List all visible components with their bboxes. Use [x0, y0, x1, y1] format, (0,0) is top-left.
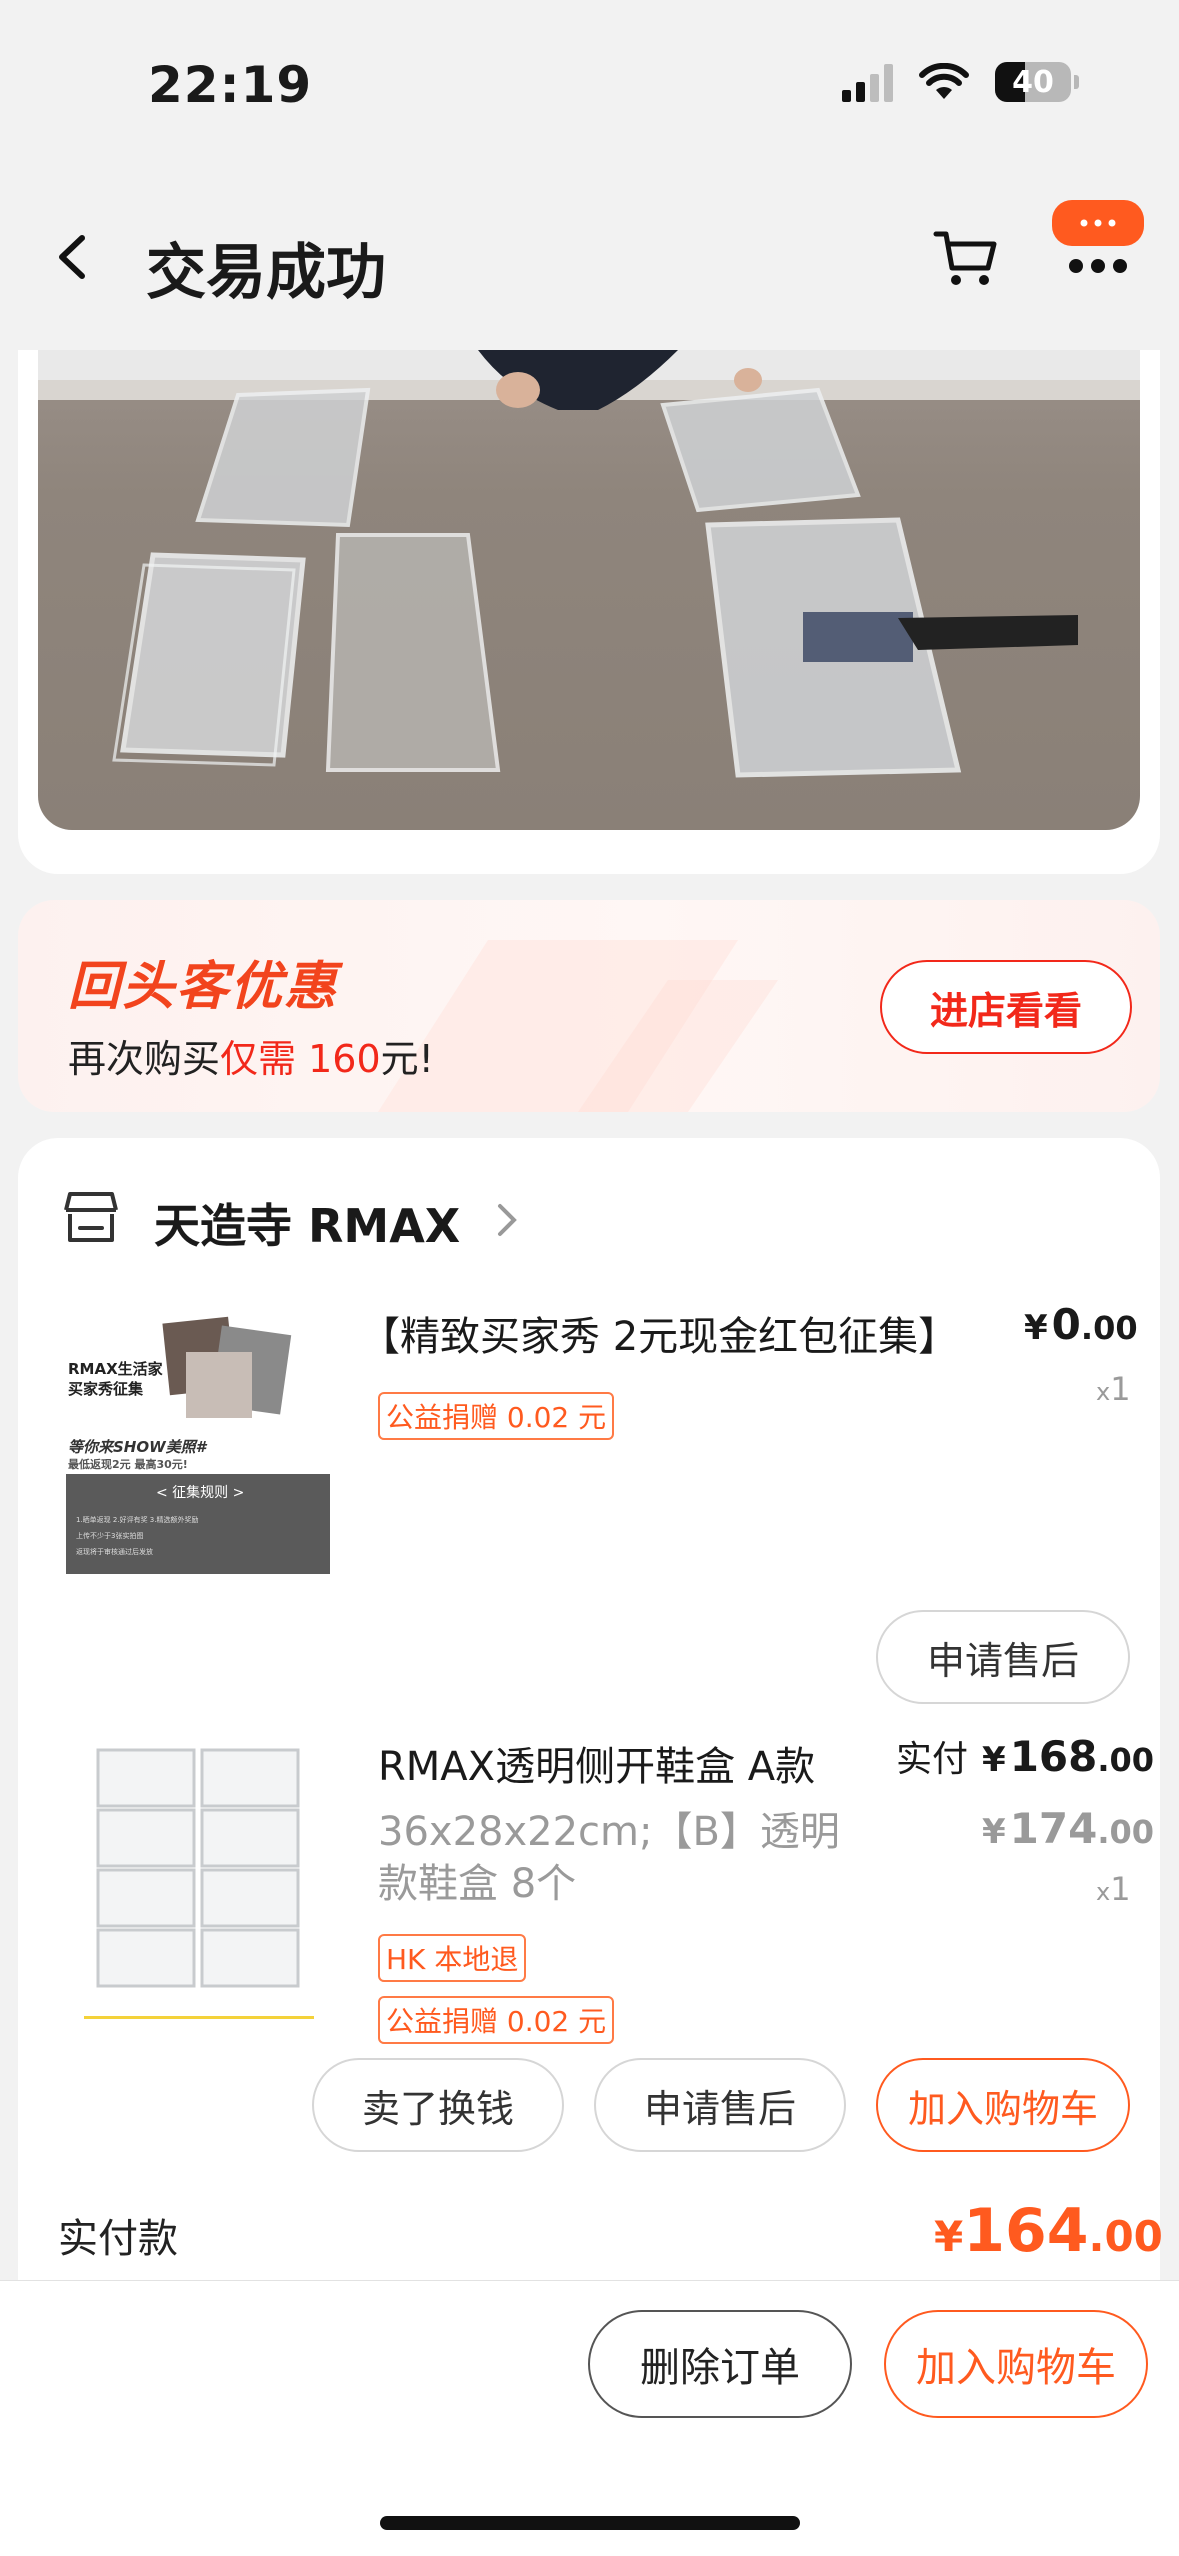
poster-rules: < 征集规则 >: [156, 1485, 245, 1501]
svg-text:返现将于审核通过后发放: 返现将于审核通过后发放: [76, 1547, 153, 1556]
paid-label: 实付: [896, 1739, 969, 1780]
svg-text:上传不少于3张实拍图: 上传不少于3张实拍图: [76, 1531, 143, 1540]
qty-prefix: x: [1096, 1878, 1111, 1906]
item1-price: ¥0.00: [1024, 1300, 1138, 1349]
shop-name[interactable]: 天造寺 RMAX: [154, 1190, 460, 1256]
item2-qty: x1: [1096, 1870, 1131, 1908]
battery-level: 40: [1012, 64, 1054, 100]
status-time: 22:19: [148, 56, 313, 114]
item2-charity-tag: 公益捐赠 0.02 元: [378, 1996, 615, 2044]
item1-price-dec: .00: [1080, 1309, 1138, 1347]
item1-after-sale-button[interactable]: 申请售后: [876, 1610, 1130, 1704]
poster-line1: RMAX生活家: [68, 1360, 163, 1378]
promo-title: 回头客优惠: [68, 957, 339, 1017]
wifi-icon: [919, 63, 969, 99]
item1-qty-value: 1: [1110, 1370, 1131, 1408]
currency-symbol: ¥: [982, 1812, 1006, 1852]
item2-add-to-cart-button[interactable]: 加入购物车: [876, 2058, 1130, 2152]
cellular-signal-icon: [842, 62, 893, 102]
home-indicator: [380, 2516, 800, 2530]
delete-order-button[interactable]: 删除订单: [588, 2310, 852, 2418]
bottom-add-to-cart-button[interactable]: 加入购物车: [884, 2310, 1148, 2418]
promo-subtitle-prefix: 再次购买: [68, 1037, 221, 1081]
sell-button[interactable]: 卖了换钱: [312, 2058, 564, 2152]
item2-return-tag: HK 本地退: [378, 1934, 527, 1982]
item1-price-int: 0: [1051, 1300, 1081, 1349]
item2-paid-dec: .00: [1097, 1741, 1155, 1779]
total-paid-amount: ¥164.00: [934, 2196, 1163, 2266]
product-photo[interactable]: [38, 350, 1140, 830]
visit-store-button[interactable]: 进店看看: [880, 960, 1132, 1054]
svg-text:1.晒单返现 2.好评有奖 3.精选额外奖励: 1.晒单返现 2.好评有奖 3.精选额外奖励: [76, 1515, 199, 1524]
item1-title[interactable]: 【精致买家秀 2元现金红包征集】: [360, 1304, 980, 1362]
poster-line2: 买家秀征集: [68, 1380, 144, 1398]
item2-paid-price: 实付 ¥168.00: [896, 1730, 1154, 1782]
shoe-box-panels-illustration: [38, 350, 1140, 778]
item1-charity-tag: 公益捐赠 0.02 元: [378, 1392, 615, 1440]
chevron-right-icon[interactable]: [492, 1198, 522, 1242]
more-menu-icon[interactable]: [1050, 196, 1146, 292]
item2-orig-int: 174: [1009, 1804, 1098, 1853]
qty-prefix: x: [1096, 1378, 1111, 1406]
item-thumbnail-shoe-box[interactable]: [66, 1740, 330, 2020]
item-thumbnail-buyer-show[interactable]: 1.晒单返现 2.好评有奖 3.精选额外奖励 上传不少于3张实拍图 返现将于审核…: [66, 1312, 330, 1574]
currency-symbol: ¥: [934, 2212, 964, 2261]
promo-subtitle-price: 仅需 160: [220, 1037, 381, 1081]
status-icons: 40: [842, 62, 1079, 102]
item2-title[interactable]: RMAX透明侧开鞋盒 A款: [378, 1734, 858, 1792]
item2-original-price: ¥174.00: [982, 1804, 1154, 1853]
total-paid-int: 164: [963, 2196, 1089, 2266]
currency-symbol: ¥: [982, 1740, 1006, 1780]
item2-qty-value: 1: [1110, 1870, 1131, 1908]
cart-icon[interactable]: [930, 222, 1000, 292]
page-title: 交易成功: [146, 238, 386, 308]
back-icon[interactable]: [40, 222, 100, 292]
battery-indicator: 40: [995, 62, 1079, 102]
item2-orig-dec: .00: [1097, 1813, 1155, 1851]
promo-subtitle-suffix: 元!: [380, 1037, 434, 1081]
store-icon: [64, 1192, 118, 1242]
poster-line3: 等你来SHOW美照#: [68, 1438, 207, 1456]
promo-subtitle: 再次购买仅需 160元!: [68, 1028, 434, 1083]
total-paid-label: 实付款: [58, 2216, 178, 2262]
currency-symbol: ¥: [1024, 1308, 1048, 1348]
item2-spec: 36x28x22cm;【B】透明款鞋盒 8个: [378, 1809, 840, 1907]
shoe-box-grid: [66, 1740, 330, 2020]
item2-paid-int: 168: [1009, 1732, 1098, 1781]
total-paid-dec: .00: [1088, 2212, 1163, 2261]
poster-line4: 最低返现2元 最高30元!: [68, 1458, 188, 1471]
item2-after-sale-button[interactable]: 申请售后: [594, 2058, 846, 2152]
item1-qty: x1: [1096, 1370, 1131, 1408]
